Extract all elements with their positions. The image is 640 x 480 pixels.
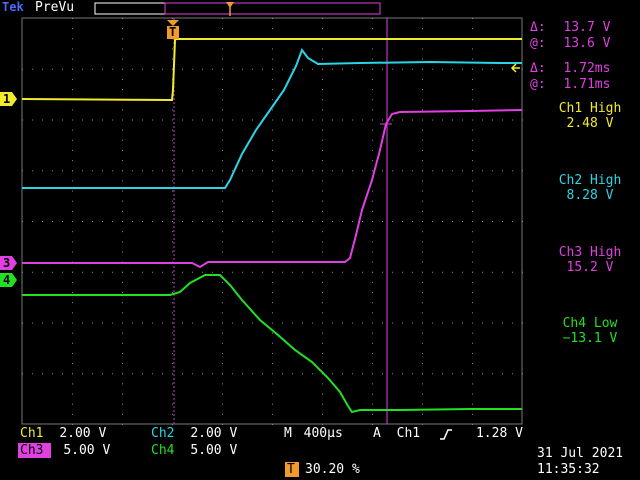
- at-t-value: 1.71ms: [563, 77, 611, 92]
- ch4-scale-readout[interactable]: Ch4 5.00 V: [151, 443, 237, 459]
- measurement-ch3-high: Ch3 High 15.2 V: [544, 245, 636, 275]
- ch3-scale-readout[interactable]: Ch3 5.00 V: [20, 443, 110, 459]
- delta-v-value: 13.7 V: [563, 20, 611, 35]
- ch1-marker-label: 1: [3, 92, 11, 106]
- brand-logo: Tek: [2, 0, 24, 15]
- at-symbol: @:: [530, 36, 546, 51]
- timebase-value: 400µs: [303, 426, 343, 441]
- measurement-ch1-high: Ch1 High 2.48 V: [544, 101, 636, 131]
- delta-symbol: Δ:: [530, 20, 546, 35]
- trigger-source: Ch1: [396, 426, 421, 441]
- graticule-grid: [22, 18, 523, 425]
- date-readout: 31 Jul 2021: [537, 446, 624, 461]
- measurement-label: Ch2 High: [558, 173, 622, 188]
- ch1-scale-readout[interactable]: Ch1 2.00 V: [20, 426, 106, 442]
- at-v-value: 13.6 V: [563, 36, 611, 51]
- measurement-value: 8.28 V: [566, 188, 614, 203]
- at-symbol: @:: [530, 77, 546, 92]
- trigger-mode: A: [373, 426, 381, 441]
- measurement-label: Ch3 High: [558, 245, 622, 260]
- ch3-scale: 5.00 V: [63, 443, 111, 458]
- measurement-ch2-high: Ch2 High 8.28 V: [544, 173, 636, 203]
- position-label: T: [287, 462, 295, 477]
- horizontal-position[interactable]: 30.20 %: [305, 462, 360, 478]
- delta-symbol: Δ:: [530, 61, 546, 76]
- ch4-marker-label: 4: [3, 273, 11, 287]
- measurement-value: 2.48 V: [566, 116, 614, 131]
- ch3-marker-label: 3: [3, 256, 11, 270]
- cursor-at-v: @: 13.6 V: [530, 36, 610, 51]
- ch4-scale: 5.00 V: [190, 443, 238, 458]
- ch1-label: Ch1: [20, 426, 44, 441]
- measurement-label: Ch1 High: [558, 101, 622, 116]
- trigger-marker-label: T: [169, 25, 177, 39]
- delta-t-value: 1.72ms: [563, 61, 611, 76]
- brand-text: Tek: [2, 0, 24, 14]
- measurement-value: −13.1 V: [562, 331, 618, 346]
- cursor-at-t: @: 1.71ms: [530, 77, 610, 92]
- ch1-scale: 2.00 V: [59, 426, 107, 441]
- ch2-label: Ch2: [151, 426, 175, 441]
- record-view-bar: [94, 2, 381, 15]
- ch2-scale: 2.00 V: [190, 426, 238, 441]
- cursor-delta-t: Δ: 1.72ms: [530, 61, 610, 76]
- cursor-delta-v: Δ: 13.7 V: [530, 20, 610, 35]
- timebase-readout[interactable]: M 400µs: [284, 426, 343, 442]
- ch2-reference-arrow-icon: [510, 63, 520, 73]
- time-readout: 11:35:32: [537, 462, 600, 477]
- ch2-trace: [22, 47, 522, 189]
- measurement-value: 15.2 V: [566, 260, 614, 275]
- trigger-readout[interactable]: A Ch1 1.28 V: [373, 426, 523, 442]
- ch3-label: Ch3: [20, 443, 44, 458]
- timebase-label: M: [284, 426, 292, 441]
- ch4-label: Ch4: [151, 443, 175, 458]
- acquisition-mode: PreVu: [35, 0, 75, 15]
- trigger-level: 1.28 V: [475, 426, 523, 441]
- ch2-scale-readout[interactable]: Ch2 2.00 V: [151, 426, 237, 442]
- measurement-ch4-low: Ch4 Low −13.1 V: [544, 316, 636, 346]
- measurement-label: Ch4 Low: [562, 316, 618, 331]
